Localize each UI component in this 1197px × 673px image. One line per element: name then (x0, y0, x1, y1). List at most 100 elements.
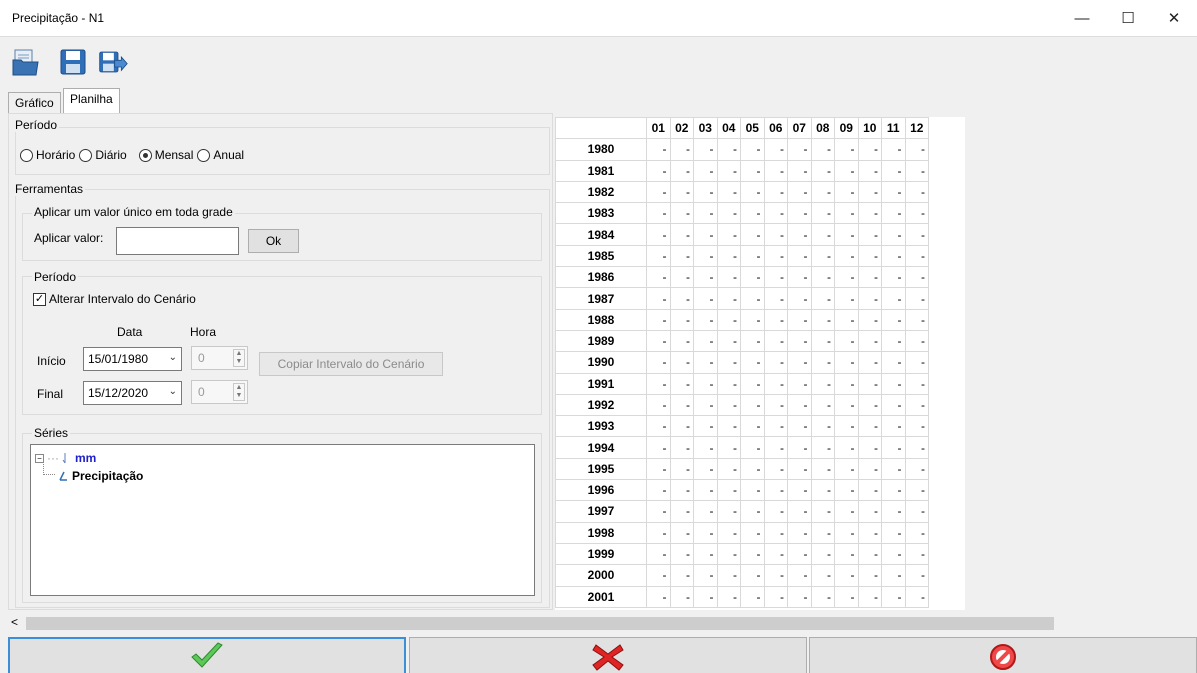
scrollbar-thumb[interactable] (26, 617, 1054, 630)
grid-cell[interactable]: - (904, 372, 929, 395)
grid-cell[interactable]: - (881, 457, 906, 481)
grid-cell[interactable]: - (646, 287, 671, 310)
grid-cell[interactable]: - (810, 500, 835, 523)
grid-cell[interactable]: - (787, 266, 812, 289)
grid-cell[interactable]: - (810, 436, 835, 459)
grid-cell[interactable]: - (693, 564, 718, 587)
grid-cell[interactable]: - (716, 287, 741, 310)
grid-cell[interactable]: - (716, 500, 741, 523)
grid-cell[interactable]: - (787, 202, 812, 225)
grid-cell[interactable]: - (763, 159, 788, 182)
grid-cell[interactable]: - (857, 266, 882, 289)
grid-cell[interactable]: - (693, 329, 718, 353)
row-header[interactable]: 1988 (555, 308, 647, 331)
grid-cell[interactable]: - (834, 138, 859, 161)
grid-cell[interactable]: - (904, 479, 929, 502)
grid-cell[interactable]: - (763, 138, 788, 161)
grid-cell[interactable]: - (881, 542, 906, 566)
grid-cell[interactable]: - (857, 308, 882, 331)
grid-cell[interactable]: - (646, 266, 671, 289)
row-header[interactable]: 2001 (555, 585, 647, 608)
grid-cell[interactable]: - (693, 415, 718, 438)
close-button[interactable]: ✕ (1151, 0, 1197, 36)
grid-cell[interactable]: - (787, 287, 812, 310)
save-icon[interactable] (58, 47, 88, 77)
grid-cell[interactable]: - (787, 436, 812, 459)
grid-cell[interactable]: - (646, 180, 671, 204)
grid-cell[interactable]: - (834, 180, 859, 204)
grid-cell[interactable]: - (716, 223, 741, 246)
grid-cell[interactable]: - (740, 436, 765, 459)
grid-cell[interactable]: - (740, 138, 765, 161)
grid-cell[interactable]: - (881, 521, 906, 544)
grid-cell[interactable]: - (669, 351, 694, 374)
grid-cell[interactable]: - (646, 479, 671, 502)
grid-cell[interactable]: - (857, 287, 882, 310)
grid-cell[interactable]: - (787, 329, 812, 353)
grid-cell[interactable]: - (669, 287, 694, 310)
grid-cell[interactable]: - (716, 521, 741, 544)
row-header[interactable]: 1987 (555, 287, 647, 310)
grid-cell[interactable]: - (810, 479, 835, 502)
grid-cell[interactable]: - (904, 287, 929, 310)
grid-cell[interactable]: - (857, 415, 882, 438)
grid-cell[interactable]: - (740, 564, 765, 587)
grid-cell[interactable]: - (646, 138, 671, 161)
grid-cell[interactable]: - (810, 180, 835, 204)
grid-cell[interactable]: - (904, 159, 929, 182)
grid-cell[interactable]: - (810, 415, 835, 438)
grid-cell[interactable]: - (834, 244, 859, 268)
grid-cell[interactable]: - (810, 542, 835, 566)
row-header[interactable]: 1986 (555, 266, 647, 289)
grid-cell[interactable]: - (716, 457, 741, 481)
grid-cell[interactable]: - (740, 479, 765, 502)
grid-cell[interactable]: - (881, 479, 906, 502)
grid-cell[interactable]: - (763, 244, 788, 268)
grid-cell[interactable]: - (834, 372, 859, 395)
row-header[interactable]: 1985 (555, 244, 647, 268)
alterar-intervalo-checkbox[interactable]: ✓ Alterar Intervalo do Cenário (33, 292, 196, 306)
grid-cell[interactable]: - (693, 244, 718, 268)
grid-cell[interactable]: - (834, 393, 859, 417)
grid-cell[interactable]: - (740, 159, 765, 182)
grid-cell[interactable]: - (881, 244, 906, 268)
open-file-icon[interactable] (11, 47, 41, 77)
row-header[interactable]: 1990 (555, 351, 647, 374)
grid-cell[interactable]: - (810, 202, 835, 225)
grid-cell[interactable]: - (740, 329, 765, 353)
grid-cell[interactable]: - (763, 202, 788, 225)
grid-cell[interactable]: - (857, 180, 882, 204)
row-header[interactable]: 2000 (555, 564, 647, 587)
column-header[interactable]: 09 (834, 117, 859, 140)
grid-cell[interactable]: - (716, 393, 741, 417)
grid-cell[interactable]: - (740, 308, 765, 331)
grid-cell[interactable]: - (669, 564, 694, 587)
grid-cell[interactable]: - (763, 180, 788, 204)
grid-cell[interactable]: - (834, 223, 859, 246)
grid-cell[interactable]: - (669, 180, 694, 204)
grid-cell[interactable]: - (904, 415, 929, 438)
grid-cell[interactable]: - (763, 308, 788, 331)
grid-cell[interactable]: - (881, 372, 906, 395)
grid-cell[interactable]: - (787, 159, 812, 182)
grid-cell[interactable]: - (669, 329, 694, 353)
grid-cell[interactable]: - (881, 351, 906, 374)
column-header[interactable]: 01 (646, 117, 671, 140)
grid-cell[interactable]: - (834, 202, 859, 225)
grid-cell[interactable]: - (810, 564, 835, 587)
grid-cell[interactable]: - (646, 202, 671, 225)
grid-cell[interactable]: - (857, 479, 882, 502)
grid-cell[interactable]: - (834, 287, 859, 310)
grid-cell[interactable]: - (740, 287, 765, 310)
grid-cell[interactable]: - (763, 393, 788, 417)
grid-cell[interactable]: - (881, 393, 906, 417)
grid-cell[interactable]: - (763, 585, 788, 608)
grid-cell[interactable]: - (669, 308, 694, 331)
grid-cell[interactable]: - (716, 244, 741, 268)
grid-cell[interactable]: - (810, 266, 835, 289)
grid-cell[interactable]: - (787, 542, 812, 566)
grid-cell[interactable]: - (693, 351, 718, 374)
grid-cell[interactable]: - (834, 308, 859, 331)
grid-cell[interactable]: - (646, 585, 671, 608)
grid-cell[interactable]: - (716, 308, 741, 331)
